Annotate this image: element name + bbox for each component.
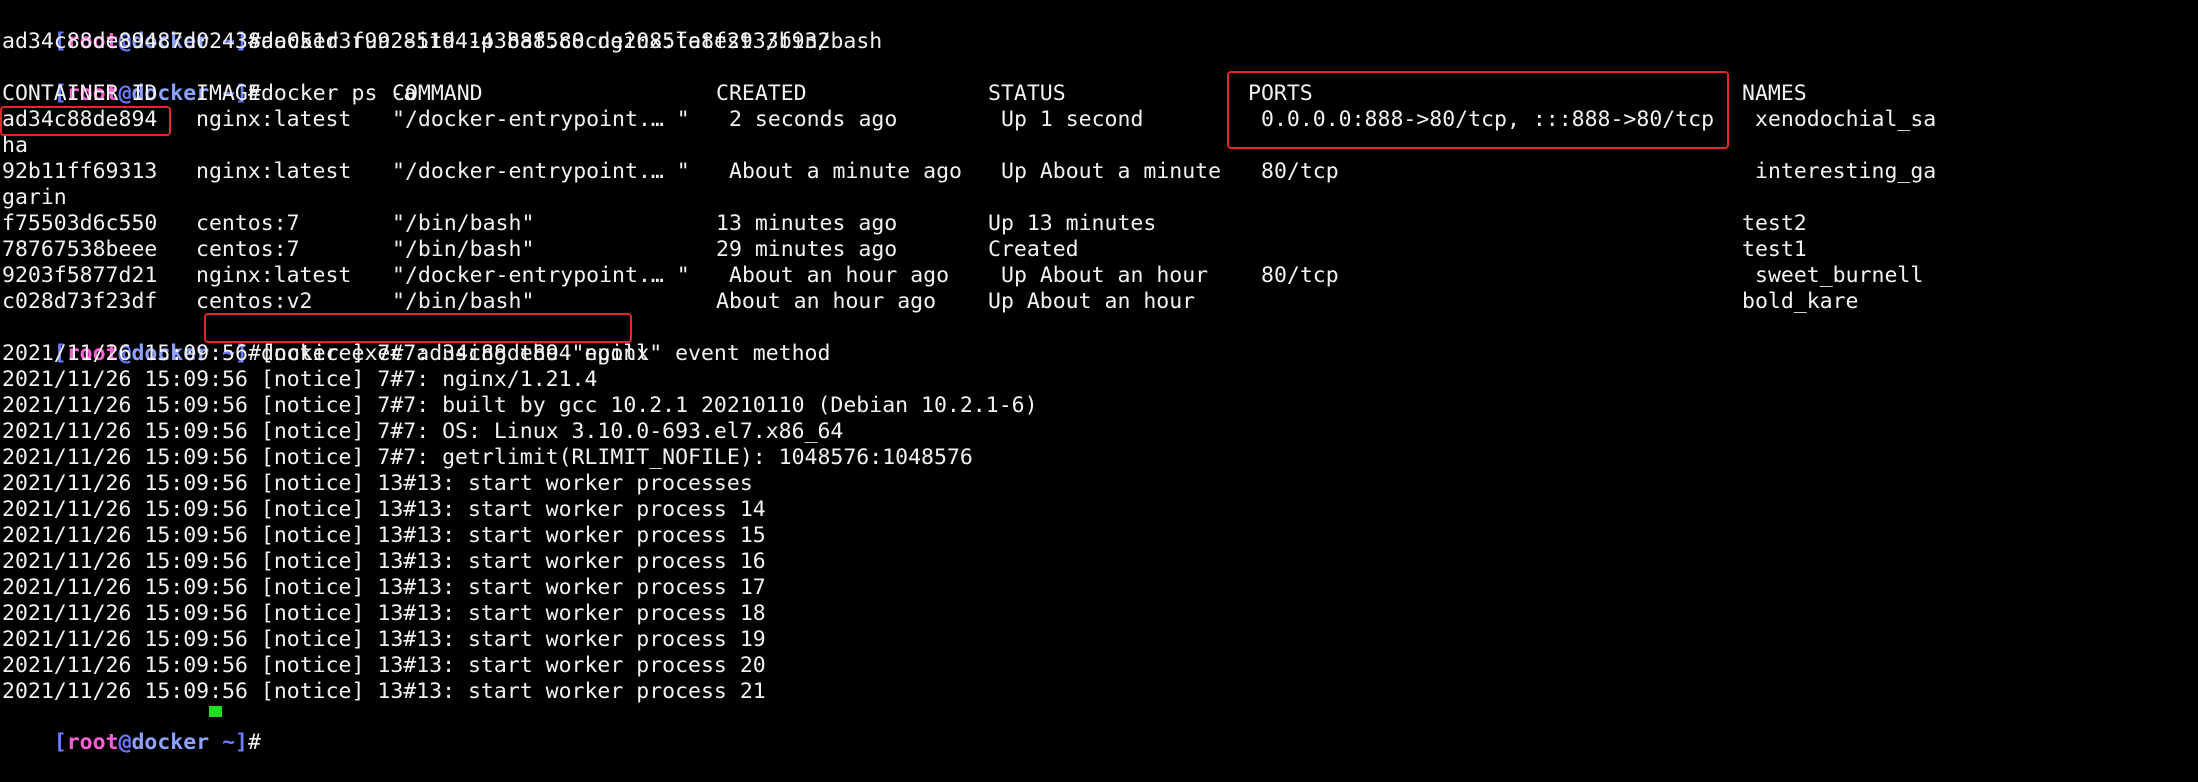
cell-image: centos:7	[196, 237, 300, 262]
cell-image: centos:v2	[196, 289, 313, 314]
cell-created: 13 minutes ago	[716, 211, 898, 236]
cell-names: xenodochial_sa	[1755, 107, 1937, 132]
cell-image: nginx:latest	[196, 107, 352, 132]
prompt-host: docker	[131, 730, 210, 755]
cell-command: "/bin/bash"	[392, 289, 535, 314]
cell-status: Created	[988, 237, 1079, 262]
row-wrap-continuation: ha	[2, 133, 28, 158]
cell-created: 29 minutes ago	[716, 237, 898, 262]
cell-names: test1	[1742, 237, 1807, 262]
log-line: 2021/11/26 15:09:56 [notice] 7#7: OS: Li…	[2, 419, 844, 444]
cell-created: About an hour ago	[716, 289, 937, 314]
cell-container-id: c028d73f23df	[2, 289, 158, 314]
cell-status: Up 1 second	[1001, 107, 1144, 132]
log-line: 2021/11/26 15:09:56 [notice] 13#13: star…	[2, 523, 766, 548]
cell-status: Up About an hour	[988, 289, 1196, 314]
prompt-close: ~]	[209, 730, 248, 755]
cell-names: bold_kare	[1742, 289, 1859, 314]
log-line: 2021/11/26 15:09:56 [notice] 13#13: star…	[2, 679, 766, 704]
terminal-cursor	[209, 706, 222, 717]
cell-command: "/docker-entrypoint.… "	[392, 107, 690, 132]
log-line: 2021/11/26 15:09:56 [notice] 13#13: star…	[2, 471, 753, 496]
highlight-box-ports	[1227, 71, 1729, 149]
log-line: 2021/11/26 15:09:56 [notice] 13#13: star…	[2, 653, 766, 678]
cell-names: test2	[1742, 211, 1807, 236]
log-line: 2021/11/26 15:09:56 [notice] 13#13: star…	[2, 575, 766, 600]
cell-container-id: f75503d6c550	[2, 211, 158, 236]
cell-status: Up 13 minutes	[988, 211, 1157, 236]
cell-command: "/bin/bash"	[392, 237, 535, 262]
cell-image: centos:7	[196, 211, 300, 236]
cell-created: About a minute ago	[729, 159, 962, 184]
row-wrap-continuation: garin	[2, 185, 67, 210]
cell-container-id: 78767538beee	[2, 237, 158, 262]
run-output: ad34c88de89487d02438aa051d3f99285194143b…	[2, 29, 831, 54]
prompt-open-bracket: [	[53, 730, 67, 755]
cell-status: Up About an hour	[1001, 263, 1209, 288]
cell-status: Up About a minute	[1001, 159, 1222, 184]
highlight-box-exec-command	[204, 313, 632, 343]
terminal-window[interactable]: [root@docker ~]#docker run -itd -p 888:8…	[0, 0, 2198, 755]
prompt-line-current: [root@docker ~]#	[2, 704, 261, 755]
cell-container-id: 9203f5877d21	[2, 263, 158, 288]
log-line: 2021/11/26 15:09:56 [notice] 13#13: star…	[2, 549, 766, 574]
prompt-line-ps: [root@docker ~]#docker ps -a	[2, 55, 417, 106]
header-names: NAMES	[1742, 81, 1807, 106]
log-line: 2021/11/26 15:09:56 [notice] 7#7: built …	[2, 393, 1038, 418]
highlight-box-container-id	[0, 106, 171, 136]
cell-image: nginx:latest	[196, 263, 352, 288]
cell-command: "/docker-entrypoint.… "	[392, 159, 690, 184]
header-status: STATUS	[988, 81, 1066, 106]
cell-container-id: 92b11ff69313	[2, 159, 158, 184]
header-command: COMMAND	[392, 81, 483, 106]
header-created: CREATED	[716, 81, 807, 106]
cell-created: About an hour ago	[729, 263, 950, 288]
prompt-hash: #	[247, 730, 261, 755]
log-line: 2021/11/26 15:09:56 [notice] 7#7: getrli…	[2, 445, 973, 470]
cell-created: 2 seconds ago	[729, 107, 898, 132]
prompt-at: @	[118, 730, 132, 755]
cell-ports: 80/tcp	[1261, 159, 1339, 184]
cell-image: nginx:latest	[196, 159, 352, 184]
header-image: IMAGE	[196, 81, 261, 106]
prompt-user: root	[66, 730, 119, 755]
log-line: 2021/11/26 15:09:56 [notice] 7#7: using …	[2, 341, 831, 366]
cell-command: "/bin/bash"	[392, 211, 535, 236]
header-container-id: CONTAINER ID	[2, 81, 158, 106]
cell-command: "/docker-entrypoint.… "	[392, 263, 690, 288]
cell-names: sweet_burnell	[1755, 263, 1924, 288]
log-line: 2021/11/26 15:09:56 [notice] 13#13: star…	[2, 601, 766, 626]
cell-ports: 80/tcp	[1261, 263, 1339, 288]
cell-names: interesting_ga	[1755, 159, 1937, 184]
log-line: 2021/11/26 15:09:56 [notice] 7#7: nginx/…	[2, 367, 598, 392]
log-line: 2021/11/26 15:09:56 [notice] 13#13: star…	[2, 497, 766, 522]
prompt-line-run: [root@docker ~]#docker run -itd -p 888:8…	[2, 3, 882, 54]
log-line: 2021/11/26 15:09:56 [notice] 13#13: star…	[2, 627, 766, 652]
